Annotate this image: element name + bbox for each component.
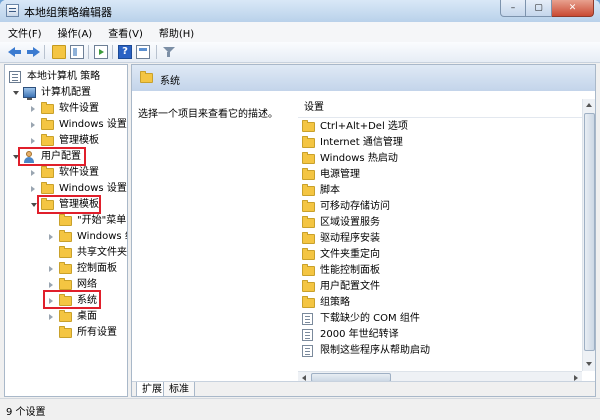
filter-icon[interactable] bbox=[162, 45, 176, 59]
list-item[interactable]: 可移动存储访问 bbox=[298, 199, 582, 215]
expand-arrow-icon[interactable] bbox=[13, 91, 19, 95]
help-icon[interactable]: ? bbox=[118, 45, 132, 59]
close-button[interactable]: ✕ bbox=[552, 0, 594, 17]
folder-icon bbox=[41, 102, 54, 114]
folder-icon bbox=[302, 280, 315, 292]
export-list-icon[interactable] bbox=[94, 45, 108, 59]
list-item[interactable]: 驱动程序安装 bbox=[298, 231, 582, 247]
list-item[interactable]: 2000 年世纪转译 bbox=[298, 327, 582, 343]
collapse-arrow-icon[interactable] bbox=[31, 122, 35, 128]
folder-icon bbox=[302, 264, 315, 276]
collapse-arrow-icon[interactable] bbox=[31, 170, 35, 176]
computer-icon bbox=[23, 87, 36, 100]
forward-arrow-icon[interactable] bbox=[26, 45, 40, 59]
title-bar[interactable]: 本地组策略编辑器 – ▢ ✕ bbox=[0, 0, 600, 22]
folder-icon bbox=[140, 71, 153, 83]
toolbar-separator bbox=[112, 45, 113, 59]
show-tree-icon[interactable] bbox=[70, 45, 84, 59]
minimize-button[interactable]: – bbox=[500, 0, 526, 17]
status-bar: 9 个设置 bbox=[0, 398, 600, 420]
list-item[interactable]: 电源管理 bbox=[298, 167, 582, 183]
list-item[interactable]: 性能控制面板 bbox=[298, 263, 582, 279]
folder-icon bbox=[302, 248, 315, 260]
details-pane: 系统 选择一个项目来查看它的描述。 设置 Ctrl+Alt+Del 选项 Int… bbox=[131, 64, 596, 397]
folder-icon bbox=[302, 232, 315, 244]
list-item[interactable]: Windows 热启动 bbox=[298, 151, 582, 167]
window-title: 本地组策略编辑器 bbox=[24, 6, 112, 19]
scroll-down-arrow-icon[interactable] bbox=[583, 358, 595, 371]
folder-icon bbox=[302, 136, 315, 148]
folder-icon bbox=[59, 262, 72, 274]
folder-icon bbox=[302, 120, 315, 132]
list-item[interactable]: 区域设置服务 bbox=[298, 215, 582, 231]
menu-action[interactable]: 操作(A) bbox=[50, 25, 101, 40]
policy-editor-app-icon bbox=[6, 4, 19, 17]
folder-icon bbox=[59, 246, 72, 258]
tree-pane: 本地计算机 策略 计算机配置 软件设置 Windows 设置 管理模板 用户配置 bbox=[4, 64, 128, 397]
scroll-thumb[interactable] bbox=[584, 113, 595, 351]
list-item[interactable]: 脚本 bbox=[298, 183, 582, 199]
collapse-arrow-icon[interactable] bbox=[49, 282, 53, 288]
scroll-up-arrow-icon[interactable] bbox=[583, 99, 595, 112]
highlight-box bbox=[37, 195, 101, 214]
folder-icon bbox=[59, 230, 72, 242]
folder-icon bbox=[41, 182, 54, 194]
menu-view[interactable]: 查看(V) bbox=[100, 25, 151, 40]
collapse-arrow-icon[interactable] bbox=[49, 266, 53, 272]
list-item[interactable]: 文件夹重定向 bbox=[298, 247, 582, 263]
menu-file[interactable]: 文件(F) bbox=[0, 25, 50, 40]
settings-list: Ctrl+Alt+Del 选项 Internet 通信管理 Windows 热启… bbox=[298, 119, 582, 373]
toolbar-separator bbox=[88, 45, 89, 59]
menu-help[interactable]: 帮助(H) bbox=[151, 25, 202, 40]
folder-icon bbox=[302, 152, 315, 164]
folder-icon bbox=[302, 216, 315, 228]
collapse-arrow-icon[interactable] bbox=[31, 106, 35, 112]
folder-icon bbox=[302, 184, 315, 196]
folder-icon bbox=[59, 278, 72, 290]
maximize-button[interactable]: ▢ bbox=[526, 0, 552, 17]
gpedit-window: 本地组策略编辑器 – ▢ ✕ 文件(F) 操作(A) 查看(V) 帮助(H) ?… bbox=[0, 0, 600, 420]
window-controls: – ▢ ✕ bbox=[500, 0, 594, 18]
back-arrow-icon[interactable] bbox=[8, 45, 22, 59]
policy-icon bbox=[9, 71, 21, 83]
view-tabs: 扩展 标准 bbox=[132, 381, 595, 396]
collapse-arrow-icon[interactable] bbox=[31, 186, 35, 192]
menu-bar: 文件(F) 操作(A) 查看(V) 帮助(H) bbox=[0, 22, 600, 42]
list-item[interactable]: 用户配置文件 bbox=[298, 279, 582, 295]
column-header-setting[interactable]: 设置 bbox=[298, 99, 582, 118]
folder-icon bbox=[59, 310, 72, 322]
details-header: 系统 bbox=[132, 65, 595, 91]
collapse-arrow-icon[interactable] bbox=[49, 314, 53, 320]
toolbar: ? bbox=[0, 42, 600, 63]
folder-icon bbox=[41, 166, 54, 178]
status-text: 9 个设置 bbox=[6, 407, 46, 418]
list-item[interactable]: Ctrl+Alt+Del 选项 bbox=[298, 119, 582, 135]
folder-icon bbox=[302, 296, 315, 308]
toolbar-separator bbox=[156, 45, 157, 59]
list-item[interactable]: 组策略 bbox=[298, 295, 582, 311]
policy-setting-icon bbox=[302, 329, 313, 341]
collapse-arrow-icon[interactable] bbox=[49, 234, 53, 240]
vertical-scrollbar[interactable] bbox=[582, 99, 595, 371]
description-text: 选择一个项目来查看它的描述。 bbox=[138, 109, 278, 120]
folder-icon bbox=[41, 134, 54, 146]
up-folder-icon[interactable] bbox=[52, 45, 66, 59]
highlight-box bbox=[18, 147, 86, 166]
tab-standard[interactable]: 标准 bbox=[163, 382, 195, 396]
collapse-arrow-icon[interactable] bbox=[31, 138, 35, 144]
policy-setting-icon bbox=[302, 313, 313, 325]
folder-icon bbox=[302, 168, 315, 180]
folder-icon bbox=[59, 326, 72, 338]
toolbar-separator bbox=[44, 45, 45, 59]
list-item[interactable]: 下载缺少的 COM 组件 bbox=[298, 311, 582, 327]
folder-icon bbox=[41, 118, 54, 130]
list-item[interactable]: 限制这些程序从帮助启动 bbox=[298, 343, 582, 359]
folder-icon bbox=[302, 200, 315, 212]
properties-icon[interactable] bbox=[136, 45, 150, 59]
details-title: 系统 bbox=[160, 76, 180, 87]
list-item[interactable]: Internet 通信管理 bbox=[298, 135, 582, 151]
highlight-box bbox=[43, 290, 101, 309]
folder-icon bbox=[59, 214, 72, 226]
policy-setting-icon bbox=[302, 345, 313, 357]
